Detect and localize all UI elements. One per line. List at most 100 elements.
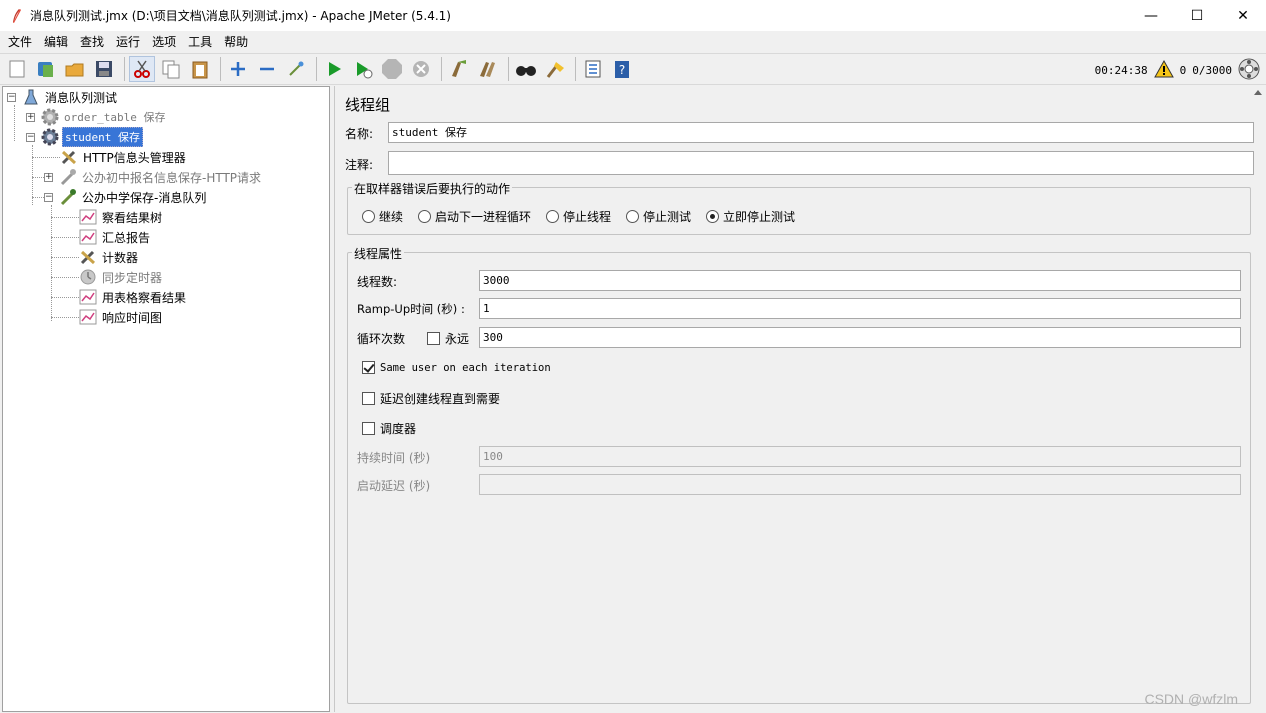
tree-item-summary-report[interactable]: 汇总报告	[79, 227, 152, 247]
checkbox-indicator	[427, 332, 440, 345]
search-icon[interactable]	[513, 56, 539, 82]
function-helper-icon[interactable]	[580, 56, 606, 82]
radio-label: 立即停止测试	[723, 210, 796, 224]
toggle-icon[interactable]	[283, 56, 309, 82]
toolbar-separator	[124, 57, 125, 81]
warning-icon[interactable]	[1153, 59, 1174, 81]
test-plan-tree[interactable]: − 消息队列测试 + order_table 保存 − student 保存 H…	[2, 86, 330, 712]
tree-item-label: 公办中学保存-消息队列	[82, 190, 207, 205]
startup-delay-field[interactable]	[479, 474, 1241, 495]
open-icon[interactable]	[62, 56, 88, 82]
thread-group-panel: 线程组 名称: student 保存 注释: 在取样器错误后要执行的动作 继续 …	[334, 86, 1264, 712]
help-icon[interactable]: ?	[609, 56, 635, 82]
watermark: CSDN @wfzlm	[1144, 691, 1238, 707]
start-icon[interactable]	[321, 56, 347, 82]
tree-item-view-results-tree[interactable]: 察看结果树	[79, 207, 164, 227]
new-icon[interactable]	[4, 56, 30, 82]
remote-engine-icon	[1238, 58, 1260, 83]
tree-item-sync-timer[interactable]: 同步定时器	[79, 267, 164, 287]
start-no-pauses-icon[interactable]	[350, 56, 376, 82]
toolbar-separator	[575, 57, 576, 81]
loop-count-field[interactable]: 300	[479, 327, 1241, 348]
collapse-toggle[interactable]: −	[7, 92, 16, 102]
radio-start-next-loop[interactable]: 启动下一进程循环	[418, 208, 531, 225]
radio-label: 停止测试	[643, 210, 692, 224]
name-field[interactable]: student 保存	[388, 122, 1254, 143]
menu-tools[interactable]: 工具	[182, 31, 218, 53]
threads-label: 线程数:	[357, 275, 398, 289]
clear-all-icon[interactable]	[475, 56, 501, 82]
radio-stop-thread[interactable]: 停止线程	[546, 208, 611, 225]
clear-icon[interactable]	[446, 56, 472, 82]
sampler-error-group-title: 在取样器错误后要执行的动作	[352, 180, 513, 197]
checkbox-indicator	[362, 392, 375, 405]
close-button[interactable]: ✕	[1220, 0, 1266, 31]
radio-stop-test-now[interactable]: 立即停止测试	[706, 208, 795, 225]
radio-indicator	[626, 210, 639, 223]
tree-item-response-time-graph[interactable]: 响应时间图	[79, 307, 164, 327]
tree-item-label: 消息队列测试	[45, 90, 118, 105]
threads-field[interactable]: 3000	[479, 270, 1241, 291]
radio-indicator	[546, 210, 559, 223]
radio-label: 停止线程	[563, 210, 612, 224]
paste-icon[interactable]	[187, 56, 213, 82]
tree-item-label: HTTP信息头管理器	[83, 150, 186, 165]
radio-stop-test[interactable]: 停止测试	[626, 208, 691, 225]
test-plan-icon	[22, 88, 40, 106]
radio-continue[interactable]: 继续	[362, 208, 403, 225]
collapse-all-icon[interactable]	[254, 56, 280, 82]
tree-item-label: 汇总报告	[102, 230, 151, 245]
graph-icon	[79, 288, 97, 306]
menu-bar: 文件 编辑 查找 运行 选项 工具 帮助	[0, 31, 1266, 53]
collapse-toggle[interactable]: −	[44, 192, 53, 202]
name-label: 名称:	[345, 127, 374, 141]
tree-item-label: order_table 保存	[64, 111, 166, 124]
tree-item-counter[interactable]: 计数器	[79, 247, 140, 267]
minimize-button[interactable]: —	[1128, 0, 1174, 31]
menu-help[interactable]: 帮助	[218, 31, 254, 53]
expand-all-icon[interactable]	[225, 56, 251, 82]
checkbox-label: 调度器	[380, 422, 417, 436]
menu-run[interactable]: 运行	[110, 31, 146, 53]
scheduler-checkbox[interactable]: 调度器	[362, 420, 416, 437]
tree-item-message-queue-request[interactable]: − 公办中学保存-消息队列	[44, 187, 208, 207]
tree-item-http-request[interactable]: + 公办初中报名信息保存-HTTP请求	[44, 167, 263, 187]
rampup-field[interactable]: 1	[479, 298, 1241, 319]
collapse-toggle[interactable]: −	[26, 132, 35, 142]
reset-search-icon[interactable]	[542, 56, 568, 82]
menu-file[interactable]: 文件	[2, 31, 38, 53]
duration-label: 持续时间 (秒)	[357, 451, 431, 465]
title-bar: 消息队列测试.jmx (D:\项目文档\消息队列测试.jmx) - Apache…	[0, 0, 1266, 31]
duration-field[interactable]: 100	[479, 446, 1241, 467]
menu-options[interactable]: 选项	[146, 31, 182, 53]
tree-item-http-header-manager[interactable]: HTTP信息头管理器	[60, 147, 188, 167]
tree-item-label: 公办初中报名信息保存-HTTP请求	[82, 170, 262, 185]
copy-icon[interactable]	[158, 56, 184, 82]
expand-toggle[interactable]: +	[44, 172, 53, 182]
toolbar-separator	[441, 57, 442, 81]
delay-thread-creation-checkbox[interactable]: 延迟创建线程直到需要	[362, 390, 500, 407]
tree-item-view-results-table[interactable]: 用表格察看结果	[79, 287, 188, 307]
shutdown-icon[interactable]	[408, 56, 434, 82]
maximize-button[interactable]: ☐	[1174, 0, 1220, 31]
toolbar-separator	[220, 57, 221, 81]
vertical-scrollbar[interactable]	[1252, 86, 1264, 712]
same-user-checkbox[interactable]: Same user on each iteration	[362, 361, 551, 374]
menu-search[interactable]: 查找	[74, 31, 110, 53]
tree-item-test-plan[interactable]: − 消息队列测试	[7, 87, 119, 107]
forever-checkbox[interactable]: 永远	[427, 330, 469, 347]
elapsed-time: 00:24:38	[1094, 63, 1148, 77]
checkbox-label: 延迟创建线程直到需要	[380, 392, 501, 406]
cut-icon[interactable]	[129, 56, 155, 82]
expand-toggle[interactable]: +	[26, 112, 35, 122]
save-icon[interactable]	[91, 56, 117, 82]
toolbar-separator	[316, 57, 317, 81]
checkbox-indicator	[362, 422, 375, 435]
comment-field[interactable]	[388, 151, 1254, 175]
menu-edit[interactable]: 编辑	[38, 31, 74, 53]
tree-item-thread-group[interactable]: + order_table 保存	[26, 107, 167, 127]
stop-icon[interactable]	[379, 56, 405, 82]
templates-icon[interactable]	[33, 56, 59, 82]
tree-item-label: 察看结果树	[102, 210, 163, 225]
tree-item-thread-group-selected[interactable]: − student 保存	[26, 127, 143, 147]
